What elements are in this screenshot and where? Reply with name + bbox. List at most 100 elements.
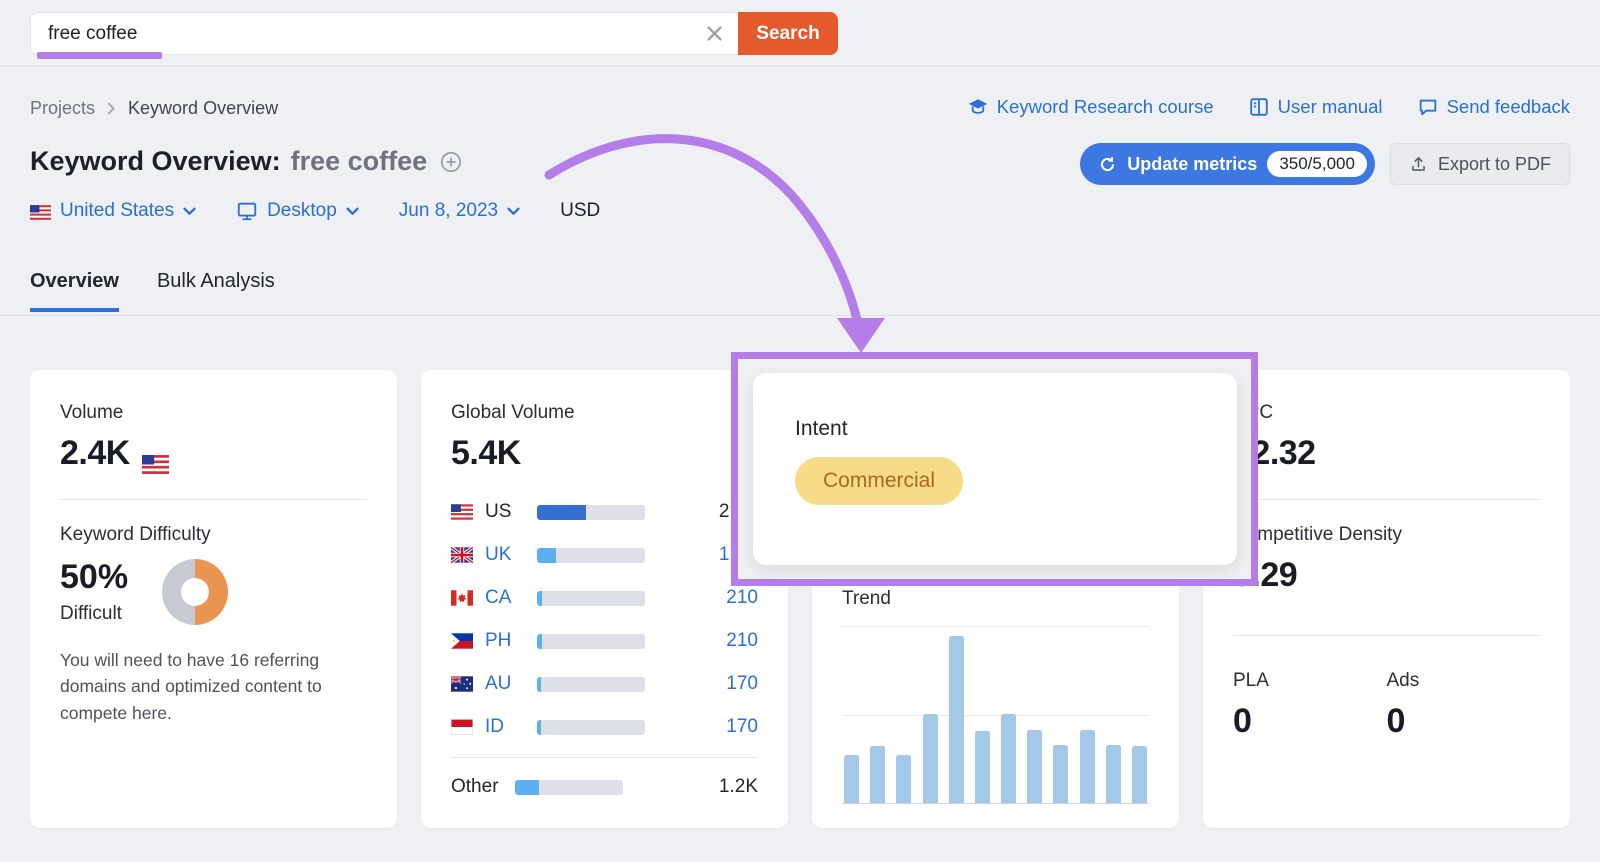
add-keyword-icon[interactable]	[439, 150, 463, 174]
clear-search-icon[interactable]	[705, 24, 724, 43]
volume-card: Volume 2.4K Keyword Difficulty 50% Diffi…	[30, 370, 397, 828]
annotation-keyword-underline	[37, 52, 162, 59]
volume-bar	[515, 780, 623, 795]
country-volume-row: PH 210	[451, 628, 758, 654]
export-to-pdf-label: Export to PDF	[1438, 154, 1551, 175]
country-volume-value[interactable]: 170	[645, 716, 758, 738]
country-label: United States	[60, 200, 174, 222]
us-flag-icon	[451, 504, 473, 520]
search-input[interactable]	[30, 12, 738, 55]
keyword-difficulty-note: You will need to have 16 referring domai…	[60, 647, 360, 726]
tabs: Overview Bulk Analysis	[30, 270, 275, 312]
breadcrumb-projects[interactable]: Projects	[30, 98, 95, 119]
pla-label: PLA	[1233, 670, 1387, 692]
volume-bar	[537, 591, 645, 606]
help-link-label: User manual	[1278, 96, 1383, 118]
card-divider	[1233, 499, 1540, 500]
tab-overview[interactable]: Overview	[30, 270, 119, 312]
upload-icon	[1409, 155, 1428, 174]
country-volume-value[interactable]: 210	[645, 630, 758, 652]
country-code: US	[485, 501, 537, 523]
intent-card-zoomed: Intent Commercial	[753, 373, 1237, 565]
intent-label: Intent	[795, 417, 1237, 441]
global-volume-value: 5.4K	[451, 434, 521, 473]
help-link-label: Send feedback	[1447, 96, 1570, 118]
au-flag-icon	[451, 676, 473, 692]
volume-bar	[537, 634, 645, 649]
trend-bar	[923, 714, 938, 803]
keyword-research-course-link[interactable]: Keyword Research course	[967, 96, 1214, 118]
trend-bar	[1027, 730, 1042, 803]
chevron-down-icon	[346, 207, 359, 216]
country-code[interactable]: PH	[485, 630, 537, 652]
other-volume-row: Other 1.2K	[451, 774, 758, 800]
volume-bar	[537, 720, 645, 735]
update-metrics-label: Update metrics	[1127, 154, 1257, 175]
competitive-density-label: Competitive Density	[1233, 524, 1540, 546]
quota-badge: 350/5,000	[1267, 151, 1367, 177]
volume-bar	[537, 677, 645, 692]
country-volume-row: US 2.4K	[451, 499, 758, 525]
country-code[interactable]: ID	[485, 716, 537, 738]
breadcrumb: Projects Keyword Overview	[30, 98, 278, 119]
device-label: Desktop	[267, 200, 337, 222]
ads-label: Ads	[1387, 670, 1541, 692]
user-manual-link[interactable]: User manual	[1248, 96, 1383, 118]
country-code[interactable]: CA	[485, 587, 537, 609]
help-link-label: Keyword Research course	[997, 96, 1214, 118]
breadcrumb-keyword-overview[interactable]: Keyword Overview	[128, 98, 278, 119]
device-selector[interactable]: Desktop	[236, 200, 359, 222]
search-button[interactable]: Search	[738, 12, 838, 55]
trend-bar	[1106, 745, 1121, 803]
uk-flag-icon	[451, 547, 473, 563]
country-code[interactable]: AU	[485, 673, 537, 695]
page-title-keyword: free coffee	[291, 146, 428, 177]
country-volume-row: UK 1.2K	[451, 542, 758, 568]
other-label: Other	[451, 776, 515, 798]
us-flag-icon	[142, 444, 169, 463]
trend-bar	[1001, 714, 1016, 803]
volume-bar	[537, 505, 645, 520]
keyword-difficulty-level: Difficult	[60, 603, 128, 625]
chevron-right-icon	[107, 102, 116, 115]
keyword-difficulty-value: 50%	[60, 558, 128, 597]
update-metrics-button[interactable]: Update metrics 350/5,000	[1080, 143, 1375, 185]
country-volume-row: CA 210	[451, 585, 758, 611]
keyword-difficulty-donut	[162, 559, 228, 625]
trend-bar	[1053, 745, 1068, 803]
trend-label: Trend	[842, 588, 1149, 610]
global-volume-label: Global Volume	[451, 402, 758, 424]
us-flag-icon	[30, 204, 51, 219]
tab-bulk-analysis[interactable]: Bulk Analysis	[157, 270, 275, 312]
filter-row: United States Desktop Jun 8, 2023 USD	[30, 200, 600, 222]
trend-bar	[1132, 746, 1147, 803]
trend-bar	[896, 755, 911, 803]
card-divider	[60, 499, 367, 500]
chevron-down-icon	[183, 207, 196, 216]
card-divider	[451, 757, 758, 758]
country-volume-row: ID 170	[451, 714, 758, 740]
country-code[interactable]: UK	[485, 544, 537, 566]
other-volume-value: 1.2K	[623, 776, 758, 798]
book-icon	[1248, 96, 1270, 118]
volume-bar	[537, 548, 645, 563]
country-volume-value[interactable]: 210	[645, 587, 758, 609]
desktop-icon	[236, 200, 258, 222]
country-volume-value[interactable]: 170	[645, 673, 758, 695]
trend-bar	[870, 746, 885, 803]
export-to-pdf-button[interactable]: Export to PDF	[1390, 143, 1570, 185]
ads-value: 0	[1387, 702, 1541, 741]
id-flag-icon	[451, 719, 473, 735]
chevron-down-icon	[507, 207, 520, 216]
country-selector[interactable]: United States	[30, 200, 196, 222]
graduation-cap-icon	[967, 96, 989, 118]
send-feedback-link[interactable]: Send feedback	[1417, 96, 1570, 118]
trend-bar	[949, 636, 964, 803]
page-title: Keyword Overview:	[30, 146, 281, 177]
ca-flag-icon	[451, 590, 473, 606]
date-selector[interactable]: Jun 8, 2023	[399, 200, 520, 222]
intent-badge: Commercial	[795, 457, 963, 505]
volume-value: 2.4K	[60, 434, 130, 473]
cpc-card: CPC $2.32 Competitive Density 0.29 PLA 0…	[1203, 370, 1570, 828]
card-divider	[1233, 635, 1540, 636]
